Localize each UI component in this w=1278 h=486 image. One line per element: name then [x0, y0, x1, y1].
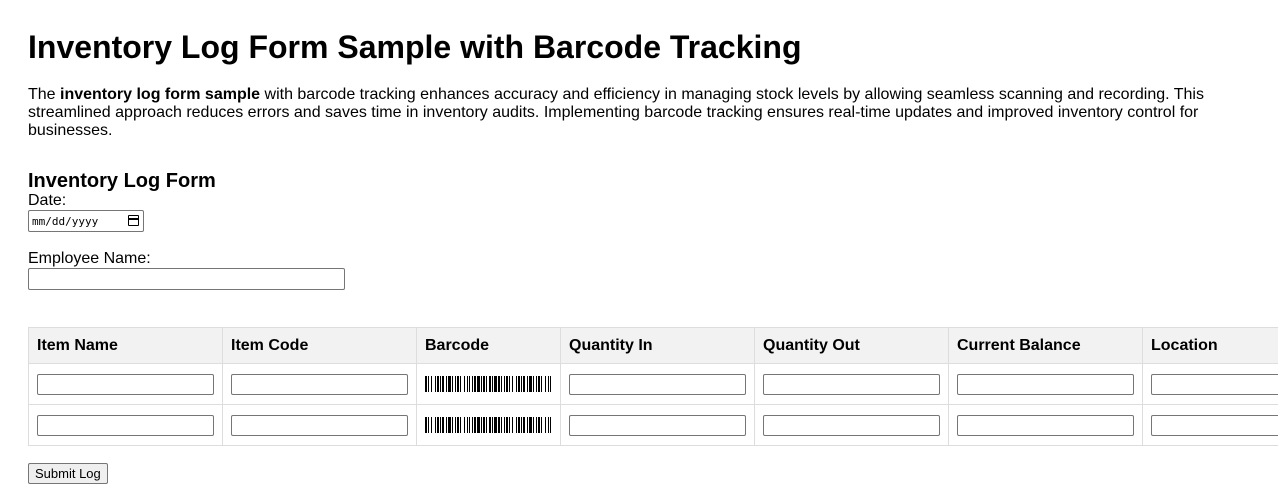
inventory-table: Item Name Item Code Barcode Quantity In …	[28, 327, 1278, 446]
cell-item-code	[222, 404, 417, 446]
column-header-current-balance: Current Balance	[948, 327, 1143, 364]
intro-bold: inventory log form sample	[60, 86, 261, 103]
cell-item-name	[28, 404, 223, 446]
intro-prefix: The	[28, 86, 61, 103]
column-header-barcode: Barcode	[416, 327, 561, 364]
item-name-input[interactable]	[37, 373, 214, 395]
column-header-item-name: Item Name	[28, 327, 223, 364]
date-field[interactable]: mm/dd/yyyy	[28, 210, 144, 232]
quantity-in-input[interactable]	[569, 414, 746, 436]
location-input[interactable]	[1151, 373, 1278, 395]
date-label: Date:	[28, 192, 67, 209]
item-code-input[interactable]	[231, 373, 408, 395]
column-header-location: Location	[1142, 327, 1278, 364]
table-row	[28, 404, 1278, 446]
table-header-row: Item Name Item Code Barcode Quantity In …	[28, 327, 1278, 364]
cell-barcode	[416, 363, 561, 405]
column-header-quantity-in: Quantity In	[560, 327, 755, 364]
location-input[interactable]	[1151, 414, 1278, 436]
table-row	[28, 363, 1278, 405]
cell-quantity-in	[560, 363, 755, 405]
item-code-input[interactable]	[231, 414, 408, 436]
quantity-in-input[interactable]	[569, 373, 746, 395]
intro-paragraph: The inventory log form sample with barco…	[28, 86, 1218, 140]
form-heading: Inventory Log Form	[28, 170, 216, 192]
cell-location	[1142, 363, 1278, 405]
cell-current-balance	[948, 404, 1143, 446]
cell-item-code	[222, 363, 417, 405]
submit-log-button[interactable]: Submit Log	[28, 463, 108, 484]
cell-quantity-out	[754, 404, 949, 446]
date-placeholder: mm/dd/yyyy	[32, 214, 99, 228]
cell-quantity-in	[560, 404, 755, 446]
employee-name-field[interactable]	[28, 268, 345, 290]
cell-current-balance	[948, 363, 1143, 405]
employee-name-label: Employee Name:	[28, 250, 151, 267]
column-header-quantity-out: Quantity Out	[754, 327, 949, 364]
cell-quantity-out	[754, 363, 949, 405]
barcode-icon	[425, 417, 551, 433]
calendar-icon[interactable]	[128, 215, 139, 226]
current-balance-input[interactable]	[957, 373, 1134, 395]
page-title: Inventory Log Form Sample with Barcode T…	[28, 29, 802, 65]
quantity-out-input[interactable]	[763, 373, 940, 395]
cell-barcode	[416, 404, 561, 446]
cell-location	[1142, 404, 1278, 446]
item-name-input[interactable]	[37, 414, 214, 436]
current-balance-input[interactable]	[957, 414, 1134, 436]
quantity-out-input[interactable]	[763, 414, 940, 436]
barcode-icon	[425, 376, 551, 392]
column-header-item-code: Item Code	[222, 327, 417, 364]
cell-item-name	[28, 363, 223, 405]
